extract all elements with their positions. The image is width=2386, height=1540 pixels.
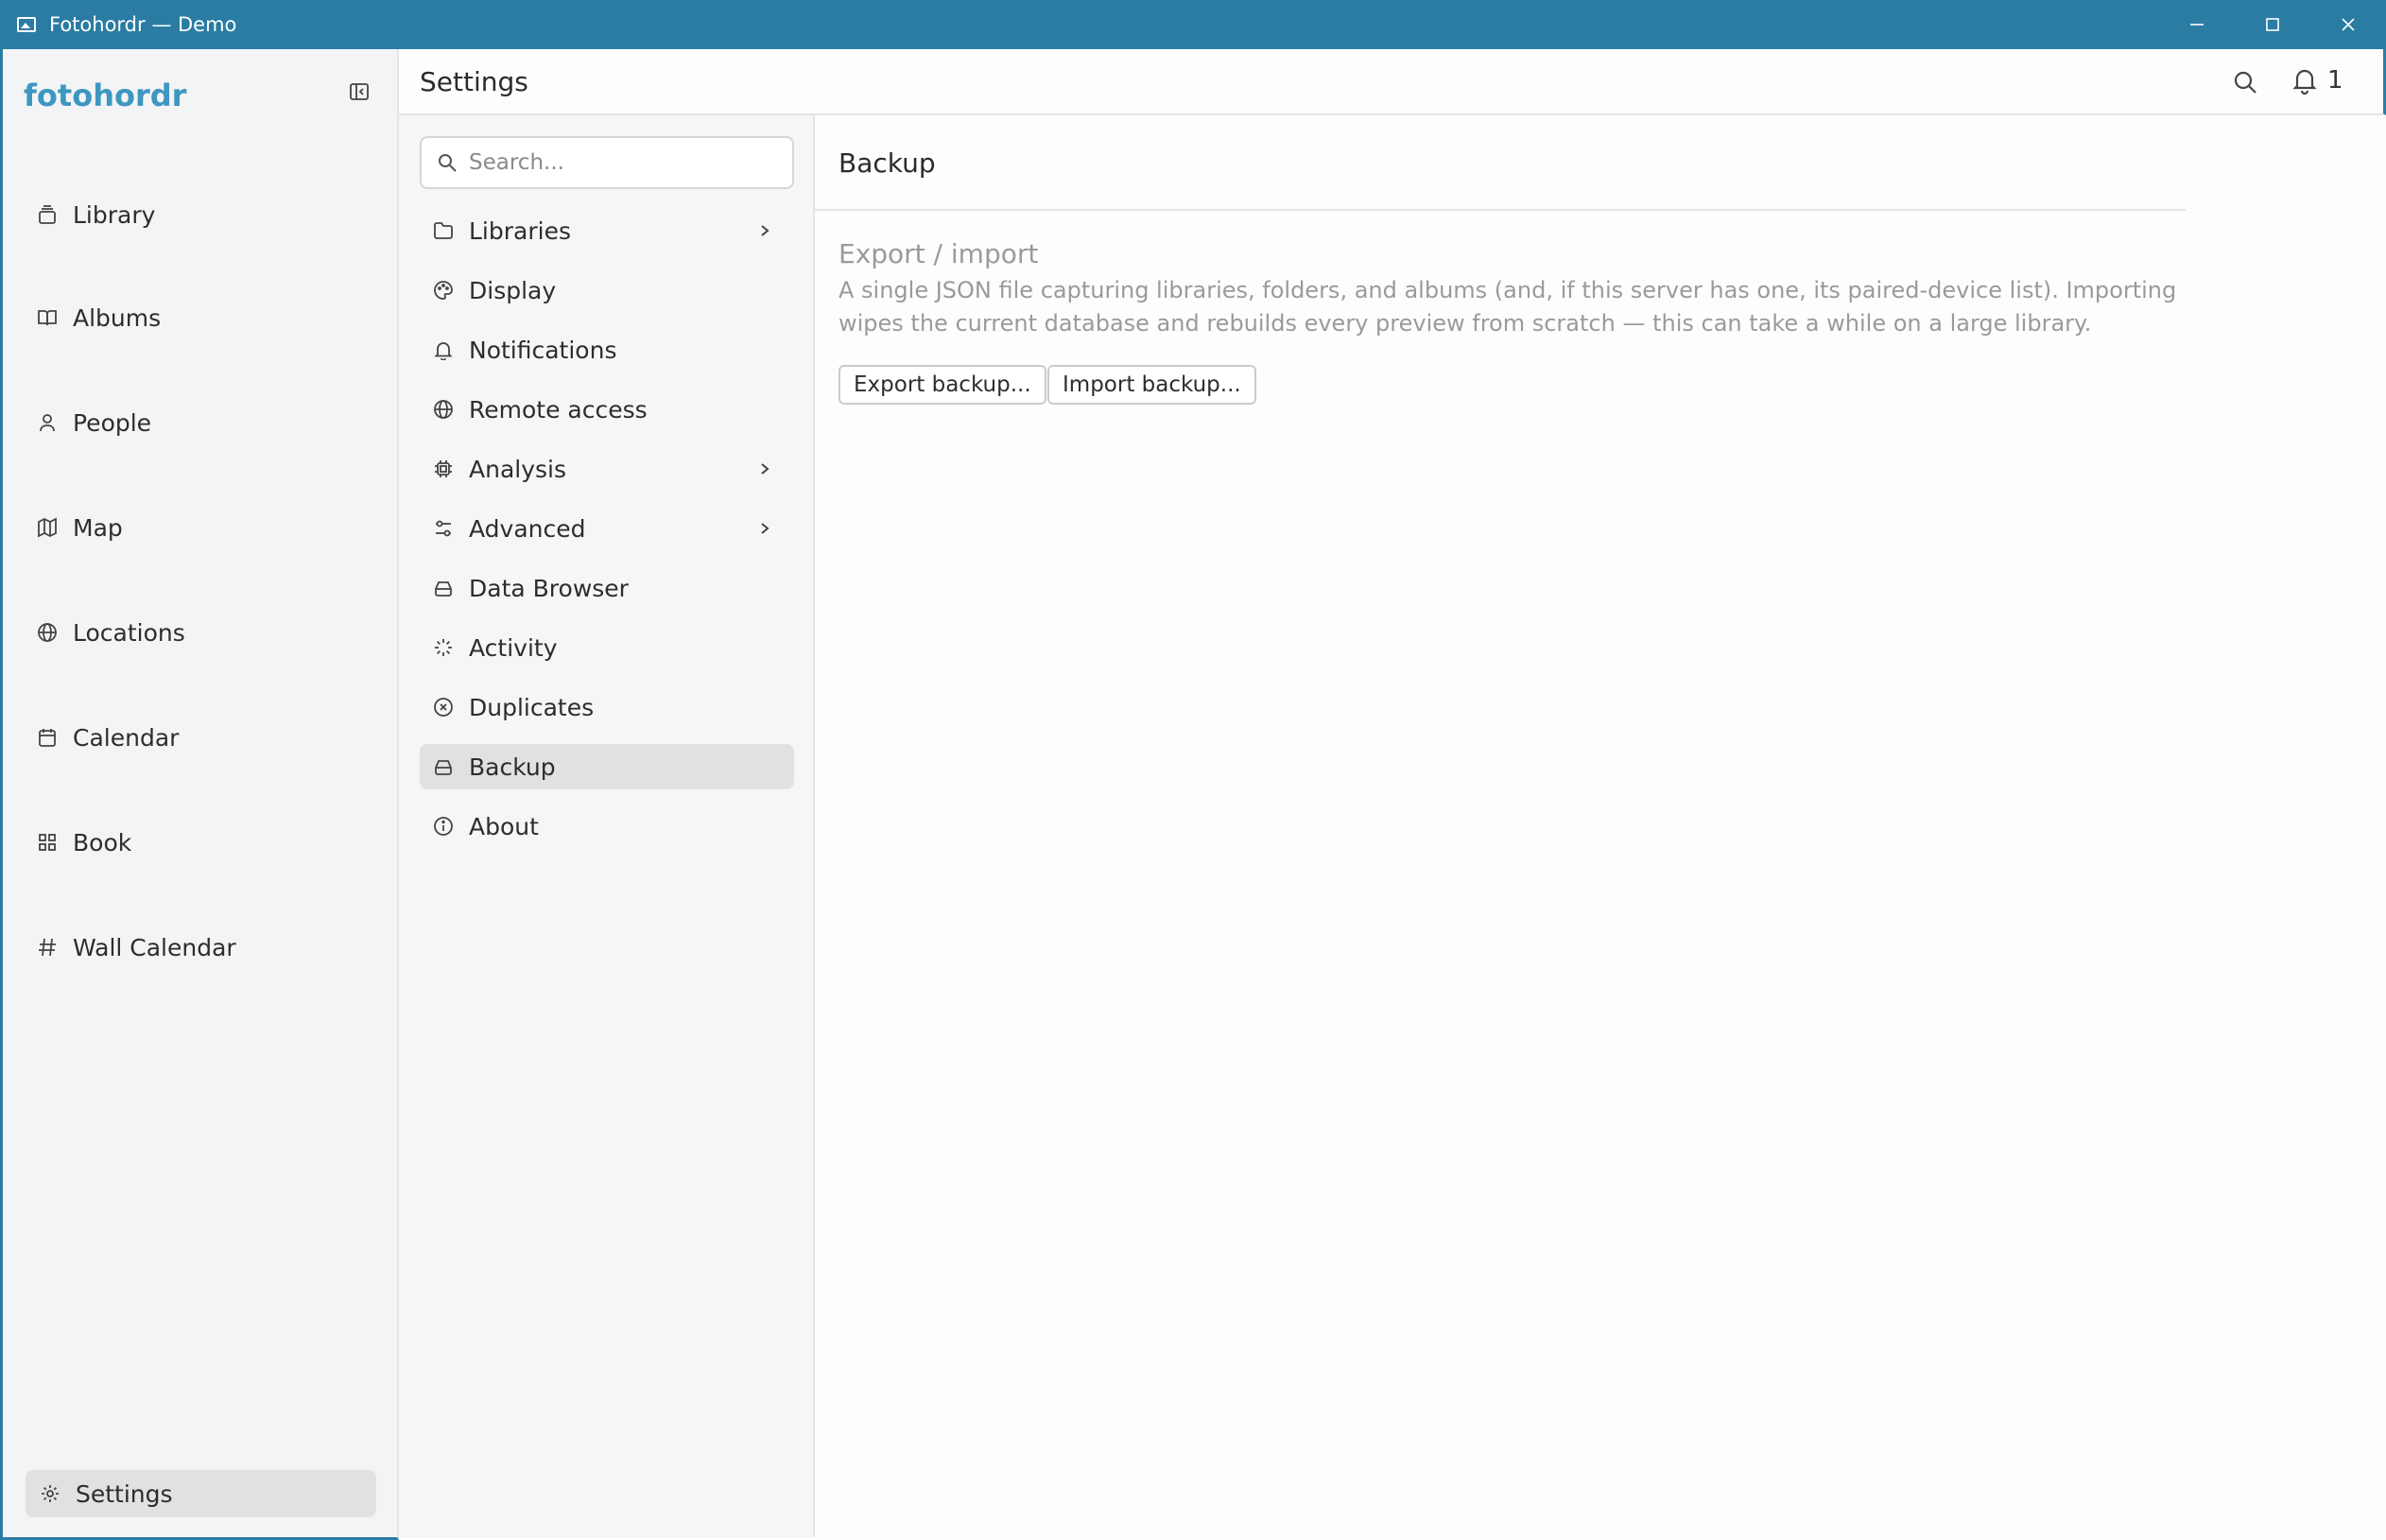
grid-icon <box>39 834 56 851</box>
bell-icon <box>2292 69 2317 95</box>
settings-subnav: Libraries Display Notifications Remote a… <box>399 115 815 1537</box>
sidebar: fotohordr Library Albums People Map Loca… <box>0 49 399 1540</box>
globe-icon <box>434 400 453 419</box>
subnav-item-label: Advanced <box>469 514 586 543</box>
map-icon <box>38 517 57 538</box>
subnav-item-libraries[interactable]: Libraries <box>420 208 794 253</box>
subnav-item-duplicates[interactable]: Duplicates <box>420 684 794 730</box>
sidebar-item-albums[interactable]: Albums <box>37 299 161 337</box>
hard-drive-icon <box>435 581 452 597</box>
notification-count: 1 <box>2327 66 2343 95</box>
title-bar: Fotohordr — Demo <box>0 0 2386 49</box>
group-description: A single JSON file capturing libraries, … <box>839 277 2177 337</box>
loader-icon <box>435 639 452 656</box>
export-backup-button[interactable]: Export backup... <box>839 365 1046 405</box>
subnav-item-label: Notifications <box>469 336 617 364</box>
subnav-item-label: Data Browser <box>469 574 629 602</box>
sidebar-item-wall-calendar[interactable]: Wall Calendar <box>37 928 236 966</box>
sidebar-item-label: Albums <box>73 303 162 332</box>
subnav-item-label: Remote access <box>469 395 648 424</box>
hard-drive-icon <box>435 760 452 775</box>
minimize-icon <box>2190 24 2204 26</box>
cpu-icon <box>435 460 452 477</box>
sidebar-item-calendar[interactable]: Calendar <box>37 718 179 756</box>
subnav-item-label: Display <box>469 276 557 304</box>
library-icon <box>39 205 56 224</box>
group-title: Export / import <box>839 238 1039 269</box>
search-icon <box>439 154 457 172</box>
settings-content: Backup Export / import A single JSON fil… <box>815 115 2383 1537</box>
folder-icon <box>434 222 453 239</box>
window-controls <box>2159 0 2386 49</box>
close-button[interactable] <box>2310 0 2386 49</box>
subnav-item-label: Backup <box>469 753 556 781</box>
sidebar-item-map[interactable]: Map <box>37 509 123 546</box>
sliders-icon <box>436 520 451 537</box>
subnav-item-label: Libraries <box>469 216 571 245</box>
gear-icon <box>42 1485 59 1502</box>
sidebar-item-locations[interactable]: Locations <box>37 614 185 651</box>
sidebar-item-label: Locations <box>73 618 185 647</box>
sidebar-item-label: Calendar <box>73 723 180 752</box>
page-header: Settings 1 <box>399 49 2386 115</box>
subnav-item-label: Activity <box>469 633 558 662</box>
sidebar-item-label: Settings <box>76 1479 173 1508</box>
subnav-item-remote-access[interactable]: Remote access <box>420 387 794 432</box>
subnav-item-notifications[interactable]: Notifications <box>420 327 794 372</box>
bell-icon <box>434 342 453 360</box>
info-icon <box>434 817 453 836</box>
search-icon[interactable] <box>2231 68 2259 96</box>
sidebar-item-label: People <box>73 408 152 437</box>
app-icon <box>17 17 36 32</box>
minimize-button[interactable] <box>2159 0 2235 49</box>
sidebar-item-people[interactable]: People <box>37 404 151 441</box>
sidebar-item-label: Map <box>73 513 123 542</box>
sidebar-item-book[interactable]: Book <box>37 823 131 861</box>
notifications-button[interactable]: 1 <box>2291 66 2343 95</box>
brand-logo[interactable]: fotohordr <box>24 78 186 113</box>
subnav-item-data-browser[interactable]: Data Browser <box>420 565 794 611</box>
x-circle-icon <box>434 698 453 717</box>
close-icon <box>2342 18 2355 31</box>
globe-icon <box>38 623 57 642</box>
sidebar-collapse-icon[interactable] <box>349 81 370 102</box>
section-divider <box>815 209 2186 211</box>
window-title: Fotohordr — Demo <box>49 13 237 36</box>
settings-search[interactable] <box>420 136 794 189</box>
subnav-item-label: About <box>469 812 539 840</box>
sidebar-item-settings[interactable]: Settings <box>26 1470 376 1517</box>
chevron-right-icon <box>761 463 769 475</box>
subnav-item-label: Duplicates <box>469 693 595 721</box>
chevron-right-icon <box>761 225 769 236</box>
import-backup-button[interactable]: Import backup... <box>1047 365 1256 405</box>
maximize-button[interactable] <box>2235 0 2310 49</box>
subnav-item-label: Analysis <box>469 455 567 483</box>
chevron-right-icon <box>761 523 769 534</box>
subnav-item-advanced[interactable]: Advanced <box>420 506 794 551</box>
subnav-item-analysis[interactable]: Analysis <box>420 446 794 492</box>
calendar-icon <box>39 729 56 747</box>
sidebar-item-label: Library <box>73 200 156 229</box>
maximize-icon <box>2266 18 2279 31</box>
subnav-item-backup[interactable]: Backup <box>420 744 794 789</box>
sidebar-item-label: Wall Calendar <box>73 933 236 961</box>
settings-search-input[interactable] <box>469 150 771 175</box>
section-title: Backup <box>839 147 936 179</box>
palette-icon <box>434 281 453 300</box>
subnav-item-activity[interactable]: Activity <box>420 625 794 670</box>
sidebar-item-label: Book <box>73 828 132 857</box>
book-open-icon <box>38 310 57 326</box>
page-title: Settings <box>420 66 528 97</box>
hash-icon <box>39 938 56 957</box>
sidebar-item-library[interactable]: Library <box>37 196 155 234</box>
subnav-item-display[interactable]: Display <box>420 268 794 313</box>
person-icon <box>40 414 55 432</box>
subnav-item-about[interactable]: About <box>420 804 794 849</box>
